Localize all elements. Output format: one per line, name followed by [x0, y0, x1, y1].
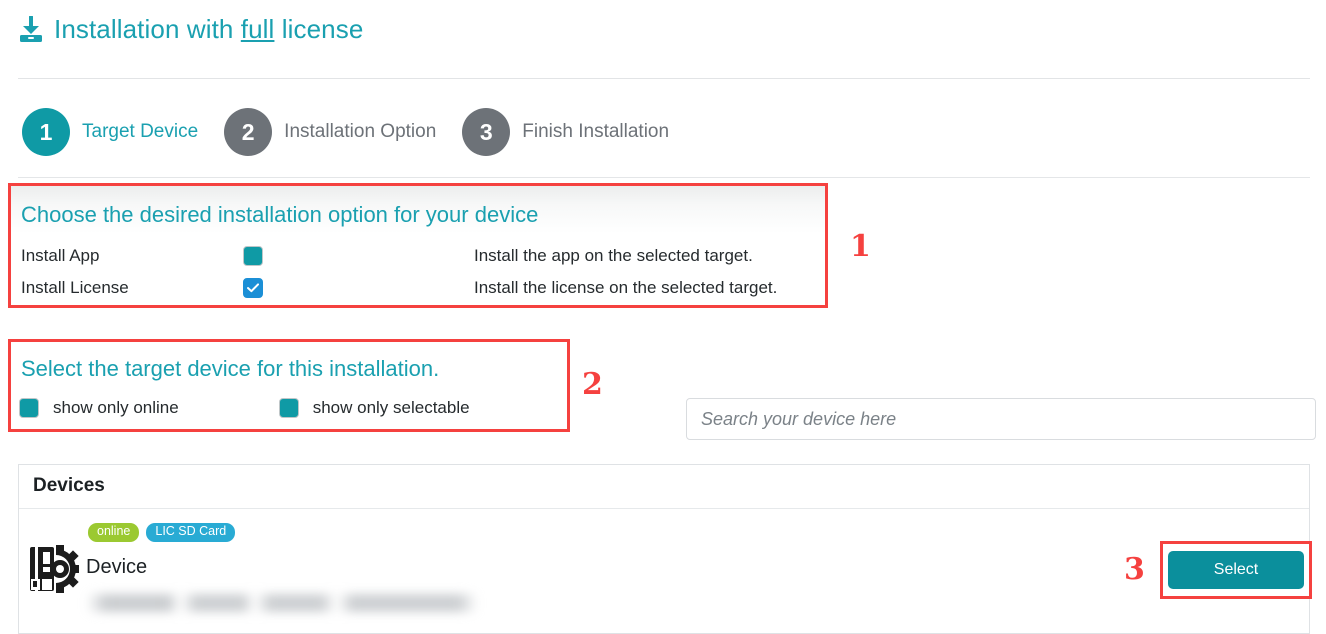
- filter-show-only-online[interactable]: show only online: [19, 398, 179, 418]
- select-device-button[interactable]: Select: [1168, 551, 1304, 589]
- device-detail-redacted: [86, 594, 478, 612]
- annotation-number-3: 3: [1124, 552, 1145, 587]
- page-header: Installation with full license: [0, 0, 1326, 79]
- page-title-post: license: [274, 14, 364, 44]
- step-3-number: 3: [462, 108, 511, 156]
- page-title: Installation with full license: [54, 14, 363, 45]
- install-app-row: Install App Install the app on the selec…: [21, 242, 753, 270]
- devices-panel-title: Devices: [33, 475, 105, 496]
- page-title-pre: Installation with: [54, 14, 241, 44]
- install-app-label: Install App: [21, 246, 100, 265]
- search-input[interactable]: [687, 399, 1315, 439]
- badge-online: online: [88, 523, 140, 542]
- badge-lic-sd-card: LIC SD Card: [146, 523, 236, 542]
- install-license-label: Install License: [21, 278, 129, 297]
- show-only-selectable-checkbox[interactable]: [278, 398, 299, 418]
- device-badges: online LIC SD Card: [88, 523, 236, 542]
- target-device-panel: Select the target device for this instal…: [11, 342, 567, 429]
- check-icon: [247, 283, 259, 293]
- show-only-selectable-label: show only selectable: [312, 398, 470, 417]
- installation-wizard-page: Installation with full license 1 Target …: [0, 0, 1326, 634]
- device-filters: show only online show only selectable: [19, 398, 470, 418]
- annotation-number-1: 1: [850, 229, 871, 264]
- install-app-checkbox[interactable]: [243, 246, 263, 266]
- step-1-label: Target Device: [82, 121, 199, 142]
- filter-show-only-selectable[interactable]: show only selectable: [278, 398, 470, 418]
- installation-options-heading: Choose the desired installation option f…: [21, 202, 539, 227]
- install-license-description: Install the license on the selected targ…: [474, 278, 778, 297]
- show-only-online-label: show only online: [53, 398, 179, 417]
- step-1-target-device[interactable]: 1 Target Device: [22, 108, 224, 156]
- step-2-label: Installation Option: [284, 121, 437, 142]
- download-icon: [18, 15, 44, 44]
- header-title-group: Installation with full license: [18, 14, 363, 45]
- devices-panel-header: Devices: [19, 465, 1309, 509]
- step-2-number: 2: [224, 108, 273, 156]
- step-2-installation-option[interactable]: 2 Installation Option: [224, 108, 462, 156]
- install-license-row: Install License Install the license on t…: [21, 274, 777, 302]
- stepper-divider: [18, 177, 1310, 178]
- page-title-underlined: full: [240, 14, 275, 44]
- install-app-description: Install the app on the selected target.: [474, 246, 753, 265]
- step-3-finish-installation[interactable]: 3 Finish Installation: [462, 108, 695, 156]
- device-name: Device: [86, 556, 148, 578]
- wizard-stepper: 1 Target Device 2 Installation Option 3 …: [22, 108, 695, 156]
- target-device-heading: Select the target device for this instal…: [21, 356, 440, 381]
- header-divider: [18, 78, 1310, 79]
- show-only-online-checkbox[interactable]: [19, 398, 39, 418]
- search-device-box[interactable]: [686, 398, 1316, 440]
- installation-options-panel: Choose the desired installation option f…: [11, 186, 825, 305]
- step-3-label: Finish Installation: [522, 121, 670, 142]
- install-license-checkbox[interactable]: [243, 278, 263, 298]
- step-1-number: 1: [22, 108, 70, 156]
- annotation-number-2: 2: [582, 367, 603, 402]
